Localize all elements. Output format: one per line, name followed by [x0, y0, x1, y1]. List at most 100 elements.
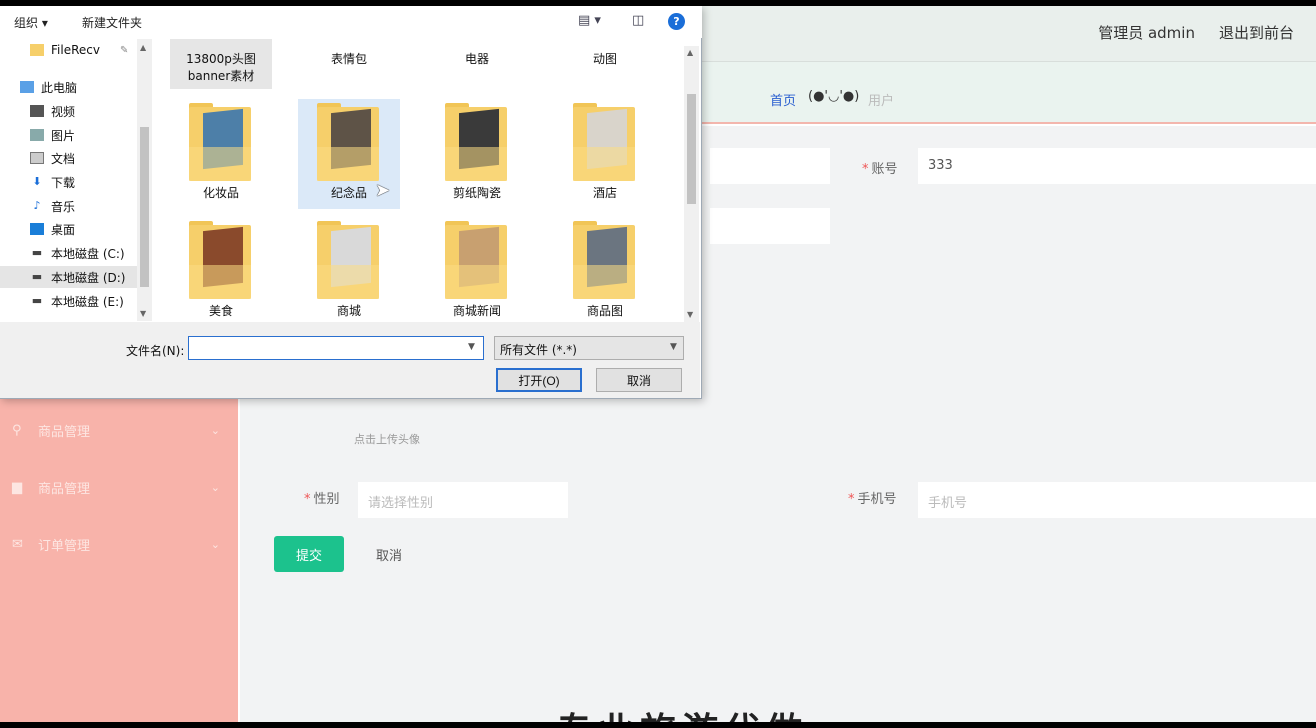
navigation-pane: FileRecv ✎ 此电脑 视频 图片 文档 ⬇ 下载 ♪ 音乐 桌面 ▬ 本…	[0, 39, 152, 321]
file-item-label: 化妆品	[202, 186, 239, 200]
folder-icon	[445, 103, 509, 181]
organize-button[interactable]: 组织 ▾	[14, 14, 48, 31]
exit-to-frontend-link[interactable]: 退出到前台	[1219, 22, 1294, 43]
file-item[interactable]: 表情包	[298, 39, 400, 89]
chevron-down-icon: ⌄	[210, 537, 220, 551]
file-scrollbar[interactable]: ▲ ▼	[684, 46, 699, 322]
scroll-down-icon[interactable]: ▼	[140, 309, 146, 318]
folder-icon	[445, 221, 509, 299]
file-item-label: 电器	[464, 52, 489, 66]
sidebar-item-label: 商品管理	[38, 481, 91, 497]
nav-item-downloads[interactable]: ⬇ 下载	[30, 171, 75, 193]
breadcrumb-face: (●'◡'●)	[808, 89, 860, 104]
shop-icon: ⚲	[12, 423, 22, 438]
nav-scrollbar[interactable]: ▲ ▼	[137, 39, 152, 321]
nav-item-pictures[interactable]: 图片	[30, 124, 75, 146]
cancel-button[interactable]: 取消	[354, 538, 424, 570]
gender-select[interactable]: 请选择性别	[358, 482, 568, 518]
filename-input[interactable]	[188, 336, 484, 360]
file-item-label: 13800p头图 banner素材	[186, 52, 256, 83]
dialog-bottom-bar: 文件名(N): ▼ 所有文件 (*.*) ▼ 打开(O) 取消	[0, 322, 700, 398]
folder-icon	[317, 221, 381, 299]
nav-item-drive-d[interactable]: ▬ 本地磁盘 (D:)	[0, 266, 137, 288]
sidebar-item-label: 订单管理	[38, 538, 91, 554]
drive-icon: ▬	[31, 294, 43, 307]
file-list-pane: 13800p头图 banner素材 表情包 电器 动图 化妆品 纪念品 剪纸陶瓷 酒店 美食 商城…	[154, 39, 700, 321]
file-item-label: 表情包	[330, 52, 367, 66]
drive-icon: ▬	[31, 270, 43, 283]
chevron-down-icon: ⌄	[210, 480, 220, 494]
folder-icon	[573, 103, 637, 181]
phone-input[interactable]: 手机号	[918, 482, 1316, 518]
nav-item-drive-c[interactable]: ▬ 本地磁盘 (C:)	[30, 242, 125, 264]
account-input[interactable]: 333	[918, 148, 1316, 184]
open-button[interactable]: 打开(O)	[496, 368, 582, 392]
goods-icon: ▆	[12, 480, 22, 495]
filename-history-dropdown-icon[interactable]: ▼	[468, 342, 475, 352]
file-item[interactable]: 剪纸陶瓷	[426, 99, 528, 209]
pin-icon: ✎	[119, 44, 129, 56]
folder-icon	[317, 103, 381, 181]
file-item[interactable]: 美食	[170, 217, 272, 321]
picture-icon	[30, 129, 44, 141]
phone-label: * 手机号	[848, 492, 897, 507]
file-item[interactable]: 商城	[298, 217, 400, 321]
file-item[interactable]: 商城新闻	[426, 217, 528, 321]
filename-label: 文件名(N):	[126, 344, 185, 358]
folder-icon	[573, 221, 637, 299]
left-field-stub[interactable]	[710, 148, 830, 184]
file-item[interactable]: 电器	[426, 39, 528, 89]
nav-item-drive-e[interactable]: ▬ 本地磁盘 (E:)	[30, 290, 124, 312]
admin-label: 管理员 admin	[1098, 24, 1195, 42]
folder-icon	[189, 221, 253, 299]
scroll-up-icon[interactable]: ▲	[140, 43, 146, 52]
order-icon: ✉	[12, 537, 23, 552]
file-item[interactable]: 商品图	[554, 217, 656, 321]
nav-item-videos[interactable]: 视频	[30, 100, 75, 122]
dialog-toolbar: 组织 ▾ 新建文件夹 ▤ ▾ ◫ ?	[0, 6, 702, 38]
help-icon[interactable]: ?	[668, 13, 685, 30]
submit-button[interactable]: 提交	[274, 536, 344, 572]
breadcrumb-current: 用户	[868, 94, 895, 109]
sidebar-item-orders[interactable]: ✉ 订单管理 ⌄	[12, 532, 224, 556]
breadcrumb-home[interactable]: 首页	[770, 90, 796, 109]
nav-item-music[interactable]: ♪ 音乐	[30, 195, 75, 217]
file-item-label: 商城新闻	[452, 304, 501, 318]
account-label: * 账号	[862, 162, 898, 177]
file-open-dialog: 组织 ▾ 新建文件夹 ▤ ▾ ◫ ? FileRecv ✎ 此电脑 视频 图片 …	[0, 6, 702, 399]
scroll-down-icon[interactable]: ▼	[687, 310, 693, 319]
file-item[interactable]: 化妆品	[170, 99, 272, 209]
sidebar-item-shop[interactable]: ⚲ 商品管理 ⌄	[12, 418, 224, 442]
mouse-cursor-icon: ➤	[375, 180, 391, 201]
footer-banner-text: 专业旅游代做	[556, 702, 808, 722]
new-folder-button[interactable]: 新建文件夹	[82, 14, 142, 31]
sidebar-item-goods[interactable]: ▆ 商品管理 ⌄	[12, 475, 224, 499]
nav-item-documents[interactable]: 文档	[30, 147, 75, 169]
nav-item-desktop[interactable]: 桌面	[30, 218, 75, 240]
file-item-label: 商品图	[586, 304, 623, 318]
file-item-label: 剪纸陶瓷	[452, 186, 501, 200]
folder-icon	[30, 44, 44, 56]
nav-scroll-thumb[interactable]	[140, 127, 149, 287]
file-scroll-thumb[interactable]	[687, 94, 696, 204]
preview-pane-icon[interactable]: ◫	[632, 13, 644, 28]
file-item-label: 商城	[336, 304, 361, 318]
chevron-down-icon[interactable]: ▼	[670, 342, 677, 352]
music-icon: ♪	[33, 199, 41, 212]
file-item[interactable]: 动图	[554, 39, 656, 89]
file-item-label: 酒店	[592, 186, 617, 200]
avatar-upload-hint[interactable]: 点击上传头像	[354, 431, 420, 447]
folder-icon	[189, 103, 253, 181]
file-item-label: 美食	[208, 304, 233, 318]
file-item[interactable]: 13800p头图 banner素材	[170, 39, 272, 89]
dialog-cancel-button[interactable]: 取消	[596, 368, 682, 392]
desktop-icon	[30, 223, 44, 235]
view-mode-icon[interactable]: ▤ ▾	[578, 13, 601, 28]
file-item[interactable]: 酒店	[554, 99, 656, 209]
nav-item-this-pc[interactable]: 此电脑	[20, 76, 77, 98]
left-field-stub-2[interactable]	[710, 208, 830, 244]
scroll-up-icon[interactable]: ▲	[687, 48, 693, 57]
filetype-select[interactable]: 所有文件 (*.*)	[494, 336, 684, 360]
file-item-label: 动图	[592, 52, 617, 66]
nav-item-filerecv[interactable]: FileRecv ✎	[30, 39, 128, 61]
